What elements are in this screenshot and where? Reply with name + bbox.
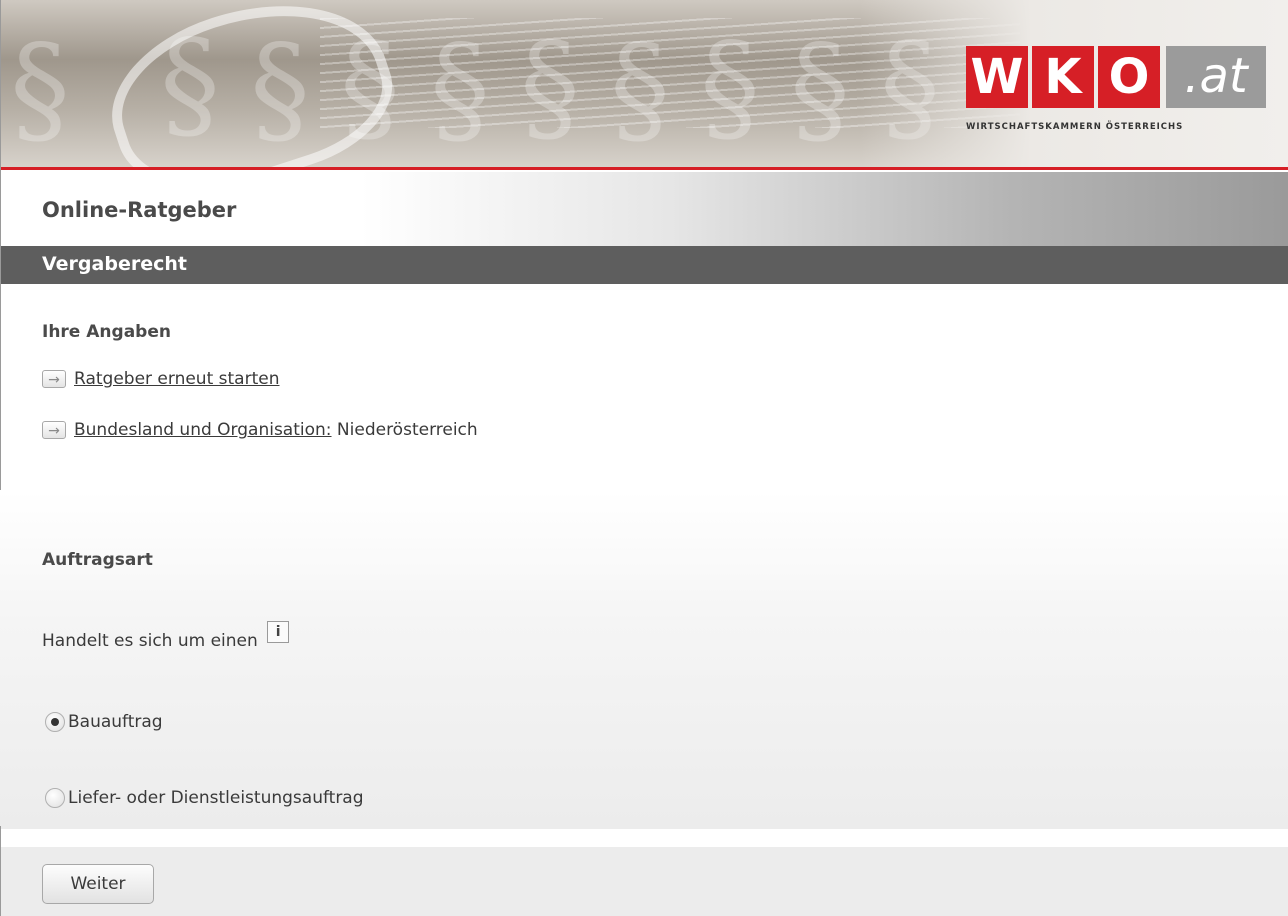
restart-row: → Ratgeber erneut starten [42,369,279,389]
region-link[interactable]: Bundesland und Organisation: [74,420,332,440]
section-bar: Vergaberecht [0,246,1288,284]
footer-bar: Weiter [0,847,1288,916]
logo-tagline: WIRTSCHAFTSKAMMERN ÖSTERREICHS [966,122,1184,132]
logo-suffix: .at [1166,46,1266,108]
logo-letter-k: K [1032,46,1094,108]
radio-bauauftrag[interactable] [45,712,65,732]
page-title: Online-Ratgeber [42,198,237,222]
option-label: Bauauftrag [68,712,163,732]
region-row: → Bundesland und Organisation: Niederöste… [42,420,478,440]
title-bar: Online-Ratgeber [0,172,1288,246]
option-liefer-dienstleistung[interactable]: Liefer- oder Dienstleistungsauftrag [45,788,364,808]
page-frame: § § § § § § § § § § W K O .at WIRTSCHAFT… [0,0,1288,916]
main-content: Ihre Angaben → Ratgeber erneut starten → B… [0,284,1288,829]
logo-letter-o: O [1098,46,1160,108]
wko-logo[interactable]: W K O .at WIRTSCHAFTSKAMMERN ÖSTERREICHS [966,46,1272,144]
left-border [0,0,1,490]
option-bauauftrag[interactable]: Bauauftrag [45,712,163,732]
arrow-right-icon: → [42,421,66,439]
section-title: Vergaberecht [42,253,187,275]
left-border [0,826,1,916]
arrow-right-icon: → [42,370,66,388]
question-heading: Auftragsart [42,550,153,570]
angaben-heading: Ihre Angaben [42,322,171,342]
info-icon[interactable]: i [267,621,290,643]
question-row: Handelt es sich um einen i [42,621,290,651]
restart-link[interactable]: Ratgeber erneut starten [74,369,279,389]
question-prompt: Handelt es sich um einen [42,631,258,651]
option-label: Liefer- oder Dienstleistungsauftrag [68,788,364,808]
content-gap [0,829,1288,847]
next-button[interactable]: Weiter [42,864,154,904]
header-banner: § § § § § § § § § § W K O .at WIRTSCHAFT… [0,0,1288,170]
region-value: Niederösterreich [336,420,478,440]
logo-letter-w: W [966,46,1028,108]
radio-liefer-dienstleistung[interactable] [45,788,65,808]
